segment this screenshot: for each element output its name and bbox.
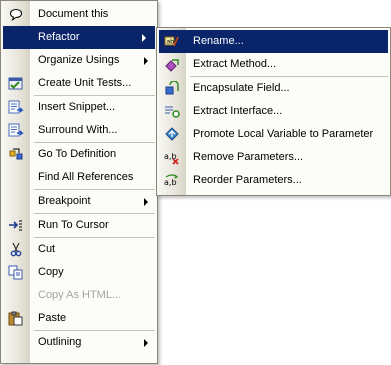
- submenu-arrow-icon: [144, 57, 148, 65]
- menu-item-document-this[interactable]: Document this: [1, 3, 157, 26]
- menu-item-label: Run To Cursor: [38, 219, 109, 231]
- menu-item-label: Paste: [38, 312, 67, 324]
- menu-item-copy[interactable]: Copy: [1, 261, 157, 284]
- menu-item-label: Insert Snippet...: [38, 101, 116, 113]
- menu-item-insert-snippet[interactable]: Insert Snippet...: [1, 96, 157, 119]
- menu-item-label: Remove Parameters...: [193, 151, 304, 163]
- menu-item-label: Surround With...: [38, 124, 118, 136]
- menu-item-find-all-references[interactable]: Find All References: [1, 166, 157, 189]
- menu-item-label: Extract Interface...: [193, 105, 283, 117]
- menu-item-label: Find All References: [38, 171, 134, 183]
- menu-item-label: Copy: [38, 266, 64, 278]
- unit-test-icon: [7, 75, 24, 92]
- encapsulate-field-icon: [163, 80, 180, 97]
- menu-item-outlining[interactable]: Outlining: [1, 331, 157, 354]
- svg-text:ab: ab: [166, 39, 174, 46]
- svg-text:a,b: a,b: [164, 178, 177, 187]
- menu-item-copy-as-html[interactable]: Copy As HTML...: [1, 284, 157, 307]
- menu-item-extract-interface[interactable]: Extract Interface...: [157, 100, 390, 123]
- submenu-arrow-icon: [142, 34, 146, 42]
- menu-item-rename[interactable]: ab Rename...: [159, 30, 388, 53]
- menu-item-label: Promote Local Variable to Parameter: [193, 128, 374, 140]
- extract-interface-icon: [163, 103, 180, 120]
- refactor-submenu: ab Rename... Extract Method... Encapsula…: [156, 27, 391, 196]
- menu-item-run-to-cursor[interactable]: Run To Cursor: [1, 214, 157, 237]
- menu-item-reorder-parameters[interactable]: a,b Reorder Parameters...: [157, 169, 390, 192]
- reorder-parameters-icon: a,b: [163, 172, 180, 189]
- menu-item-cut[interactable]: Cut: [1, 238, 157, 261]
- menu-item-label: Go To Definition: [38, 148, 117, 160]
- menu-item-label: Breakpoint: [38, 195, 91, 207]
- menu-item-promote-local-variable[interactable]: Promote Local Variable to Parameter: [157, 123, 390, 146]
- extract-method-icon: [163, 56, 180, 73]
- menu-item-label: Document this: [38, 8, 109, 20]
- menu-item-organize-usings[interactable]: Organize Usings: [1, 49, 157, 72]
- surround-with-icon: [7, 122, 24, 139]
- menu-item-label: Rename...: [193, 35, 244, 47]
- submenu-arrow-icon: [144, 339, 148, 347]
- menu-item-create-unit-tests[interactable]: Create Unit Tests...: [1, 72, 157, 95]
- scissors-icon: [7, 241, 24, 258]
- menu-item-label: Reorder Parameters...: [193, 174, 302, 186]
- menu-item-surround-with[interactable]: Surround With...: [1, 119, 157, 142]
- menu-item-remove-parameters[interactable]: a,b Remove Parameters...: [157, 146, 390, 169]
- menu-item-label: Create Unit Tests...: [38, 77, 132, 89]
- menu-item-go-to-definition[interactable]: Go To Definition: [1, 143, 157, 166]
- menu-item-encapsulate-field[interactable]: Encapsulate Field...: [157, 77, 390, 100]
- menu-item-paste[interactable]: Paste: [1, 307, 157, 330]
- insert-snippet-icon: [7, 99, 24, 116]
- submenu-arrow-icon: [144, 198, 148, 206]
- menu-item-extract-method[interactable]: Extract Method...: [157, 53, 390, 76]
- menu-item-label: Refactor: [38, 31, 80, 43]
- menu-item-label: Extract Method...: [193, 58, 277, 70]
- comment-bubble-icon: [7, 6, 24, 23]
- menu-item-refactor[interactable]: Refactor: [3, 26, 155, 49]
- context-menu: Document this Refactor Organize Usings C…: [0, 0, 158, 364]
- menu-item-label: Copy As HTML...: [38, 289, 122, 301]
- menu-item-label: Outlining: [38, 336, 82, 348]
- menu-item-label: Cut: [38, 243, 56, 255]
- run-to-cursor-icon: [7, 217, 24, 234]
- go-to-definition-icon: [7, 146, 24, 163]
- menu-item-breakpoint[interactable]: Breakpoint: [1, 190, 157, 213]
- rename-icon: ab: [163, 33, 180, 50]
- menu-item-label: Organize Usings: [38, 54, 120, 66]
- remove-parameters-icon: a,b: [163, 149, 180, 166]
- menu-item-label: Encapsulate Field...: [193, 82, 290, 94]
- promote-variable-icon: [163, 126, 180, 143]
- copy-icon: [7, 264, 24, 281]
- paste-icon: [7, 310, 24, 327]
